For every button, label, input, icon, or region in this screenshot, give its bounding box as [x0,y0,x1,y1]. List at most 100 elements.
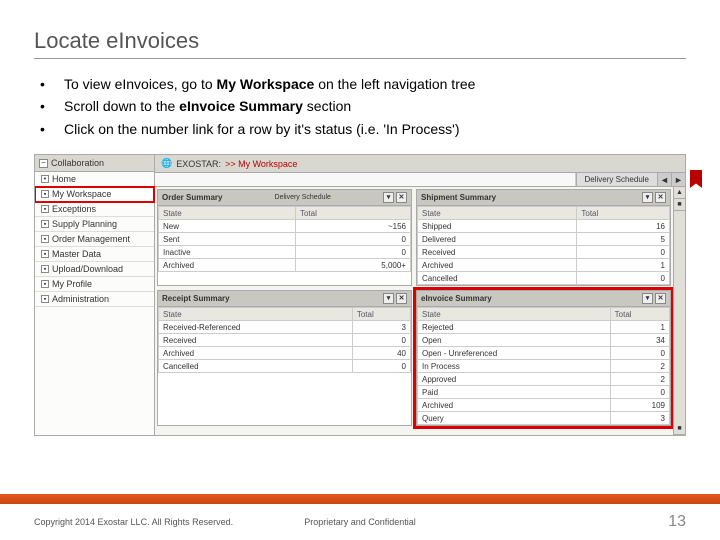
filter-icon[interactable]: ▾ [642,293,653,304]
value-link[interactable]: ~156 [295,220,410,233]
value-link[interactable]: 0 [295,246,410,259]
filter-icon[interactable]: ▾ [383,192,394,203]
expand-icon[interactable]: ▪ [41,295,49,303]
state-cell: Delivered [418,233,577,246]
bullet-text: Scroll down to the eInvoice Summary sect… [64,95,351,117]
expand-icon[interactable]: ▪ [41,220,49,228]
scroll-up-icon[interactable]: ▲ [674,187,685,199]
state-cell: Archived [159,259,296,272]
value-link[interactable]: 0 [295,233,410,246]
value-link[interactable]: 3 [352,321,410,334]
value-link[interactable]: 1 [577,259,670,272]
table-row: Cancelled0 [418,272,670,285]
value-link[interactable]: 0 [610,386,669,399]
sidebar-item-my-workspace[interactable]: ▪My Workspace [35,187,154,202]
value-link[interactable]: 0 [577,272,670,285]
table-row: Open34 [418,334,670,347]
expand-icon[interactable]: ▪ [41,235,49,243]
tab-scroll-right[interactable]: ► [671,173,685,186]
value-link[interactable]: 3 [610,412,669,425]
state-cell: Received-Referenced [159,321,353,334]
footer-confidential: Proprietary and Confidential [304,517,416,527]
table-row: Open - Unreferenced0 [418,347,670,360]
table-row: Archived109 [418,399,670,412]
sidebar-item-label: Order Management [52,234,130,244]
sidebar-item-label: Master Data [52,249,101,259]
state-cell: Open - Unreferenced [418,347,611,360]
value-link[interactable]: 40 [352,347,410,360]
sidebar-item-master-data[interactable]: ▪Master Data [35,247,154,262]
state-cell: Archived [418,259,577,272]
panel-shipment-summary: Shipment Summary▾✕StateTotalShipped16Del… [416,189,671,286]
bullet-icon: • [40,95,64,117]
close-icon[interactable]: ✕ [396,192,407,203]
close-icon[interactable]: ✕ [655,192,666,203]
value-link[interactable]: 2 [610,360,669,373]
column-header: State [418,207,577,220]
column-header: Total [295,207,410,220]
value-link[interactable]: 34 [610,334,669,347]
footer: Copyright 2014 Exostar LLC. All Rights R… [0,504,720,540]
panel-einvoice-summary: eInvoice Summary▾✕StateTotalRejected1Ope… [416,290,671,426]
panel-receipt-summary: Receipt Summary▾✕StateTotalReceived-Refe… [157,290,412,426]
sidebar-item-label: Administration [52,294,109,304]
sidebar-item-label: Upload/Download [52,264,123,274]
column-header: Total [610,308,669,321]
value-link[interactable]: 0 [610,347,669,360]
value-link[interactable]: 2 [610,373,669,386]
breadcrumb-page: >> My Workspace [225,159,297,169]
value-link[interactable]: 0 [352,360,410,373]
table-row: Paid0 [418,386,670,399]
expand-icon[interactable]: ▪ [41,205,49,213]
state-cell: Approved [418,373,611,386]
table-row: Inactive0 [159,246,411,259]
value-link[interactable]: 5,000+ [295,259,410,272]
sidebar-item-supply-planning[interactable]: ▪Supply Planning [35,217,154,232]
state-cell: Archived [159,347,353,360]
expand-icon[interactable]: • [41,175,49,183]
state-cell: Rejected [418,321,611,334]
value-link[interactable]: 109 [610,399,669,412]
state-cell: In Process [418,360,611,373]
expand-icon[interactable]: ▪ [41,265,49,273]
scroll-marker[interactable]: ■ [674,199,685,211]
collapse-icon[interactable]: − [39,159,48,168]
value-link[interactable]: 16 [577,220,670,233]
table-row: New~156 [159,220,411,233]
sidebar-item-exceptions[interactable]: ▪Exceptions [35,202,154,217]
sidebar-item-home[interactable]: •Home [35,172,154,187]
table-row: Archived5,000+ [159,259,411,272]
state-cell: Received [159,334,353,347]
sidebar-item-order-management[interactable]: ▪Order Management [35,232,154,247]
sidebar-item-upload/download[interactable]: ▪Upload/Download [35,262,154,277]
panel-title: Receipt Summary [162,294,230,303]
table-row: Sent0 [159,233,411,246]
table-row: Archived1 [418,259,670,272]
close-icon[interactable]: ✕ [396,293,407,304]
tab-delivery-schedule[interactable]: Delivery Schedule [576,173,657,186]
panel-title: eInvoice Summary [421,294,492,303]
expand-icon[interactable]: ▪ [41,190,49,198]
scroll-marker2[interactable]: ■ [674,423,685,435]
value-link[interactable]: 1 [610,321,669,334]
column-header: Total [577,207,670,220]
breadcrumb-prefix: EXOSTAR: [176,159,221,169]
bullet-icon: • [40,73,64,95]
tab-scroll-left[interactable]: ◄ [657,173,671,186]
value-link[interactable]: 5 [577,233,670,246]
table-row: Delivered5 [418,233,670,246]
value-link[interactable]: 0 [577,246,670,259]
table-row: Rejected1 [418,321,670,334]
state-cell: Query [418,412,611,425]
bullet-list: •To view eInvoices, go to My Workspace o… [34,73,686,140]
table-row: Received0 [418,246,670,259]
sidebar-item-administration[interactable]: ▪Administration [35,292,154,307]
sidebar-item-my-profile[interactable]: ▪My Profile [35,277,154,292]
scroll-column: ▲ ■ ■ [673,187,685,435]
expand-icon[interactable]: ▪ [41,280,49,288]
filter-icon[interactable]: ▾ [383,293,394,304]
close-icon[interactable]: ✕ [655,293,666,304]
filter-icon[interactable]: ▾ [642,192,653,203]
value-link[interactable]: 0 [352,334,410,347]
expand-icon[interactable]: ▪ [41,250,49,258]
